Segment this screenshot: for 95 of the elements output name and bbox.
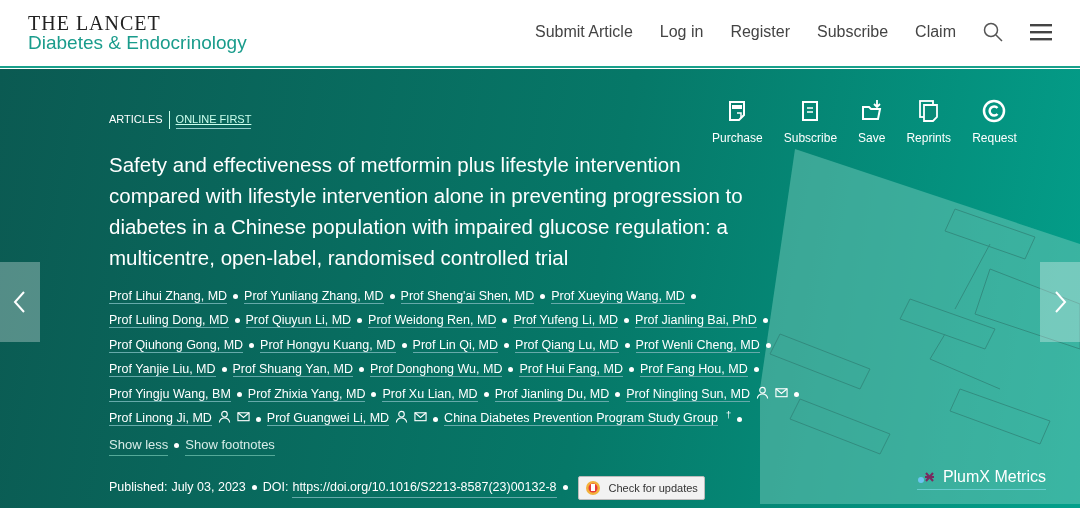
bullet-dot — [251, 485, 257, 491]
action-link[interactable]: Request — [972, 99, 1017, 147]
plumx-icon — [916, 470, 935, 484]
bullet-dot — [249, 342, 255, 348]
doi-label: DOI: — [262, 479, 289, 497]
pages-icon — [916, 99, 941, 123]
toggle-link[interactable]: Show less — [109, 435, 169, 456]
author-link[interactable]: Prof Jianling Bai, PhD — [635, 313, 757, 329]
nav-link[interactable]: Submit Article — [534, 19, 633, 44]
author-link[interactable]: Prof Ningling Sun, MD — [626, 386, 750, 402]
author-link[interactable]: Prof Zhixia Yang, MD — [247, 386, 366, 402]
search-icon[interactable] — [983, 21, 1003, 42]
bullet-dot — [629, 367, 634, 373]
bullet-dot — [690, 293, 696, 299]
author-link[interactable]: Prof Shuang Yan, MD — [232, 362, 353, 378]
bullet-dot — [793, 392, 799, 398]
bullet-dot — [236, 392, 242, 398]
bullet-dot — [401, 342, 407, 348]
bullet-dot — [508, 367, 514, 373]
bullet-dot — [389, 293, 395, 299]
bullet-dot — [762, 318, 768, 324]
author-link[interactable]: Prof Qiuyun Li, MD — [245, 313, 352, 329]
author-link[interactable]: Prof Xu Lian, MD — [382, 386, 478, 402]
mail-icon[interactable] — [414, 410, 428, 424]
person-icon[interactable] — [755, 385, 769, 399]
menu-icon[interactable] — [1030, 22, 1052, 41]
section-link[interactable]: ONLINE FIRST — [175, 111, 252, 129]
author-link[interactable]: Prof Yunliang Zhang, MD — [244, 288, 384, 304]
bullet-dot — [359, 367, 364, 373]
nav-link[interactable]: Subscribe — [816, 19, 889, 44]
author-link[interactable]: Prof Guangwei Li, MD — [266, 411, 390, 427]
bullet-dot — [174, 442, 180, 448]
action-link[interactable]: Reprints — [906, 99, 952, 147]
bullet-dot — [504, 342, 510, 348]
author-link[interactable]: Prof Qiuhong Gong, MD — [109, 337, 244, 353]
action-link[interactable]: Subscribe — [783, 99, 838, 147]
toggle-link[interactable]: Show footnotes — [185, 435, 275, 456]
author-link[interactable]: Prof Linong Ji, MD — [109, 411, 212, 427]
author-link[interactable]: Prof Donghong Wu, MD — [370, 362, 503, 378]
author-link[interactable]: Prof Qiang Lu, MD — [515, 337, 619, 353]
author-link[interactable]: Prof Lihui Zhang, MD — [109, 288, 228, 304]
bullet-dot — [737, 416, 743, 422]
article-title: Safety and effectiveness of metformin plus lifestyle intervention compared with lifestyle intervention alone in preventing progression to diabetes in a Chinese population with impaired glucose regulation: a multicentre, open-label, randomised controlled trial — [109, 151, 744, 271]
copyright-icon — [982, 99, 1007, 123]
bullet-dot — [562, 485, 568, 491]
folder-icon — [859, 99, 884, 123]
author-link[interactable]: Prof Wenli Cheng, MD — [635, 337, 760, 353]
bullet-dot — [234, 318, 240, 324]
bullet-dot — [483, 392, 489, 398]
action-link[interactable]: Purchase — [712, 99, 763, 147]
update-icon — [584, 479, 601, 496]
bullet-dot — [371, 392, 377, 398]
author-link[interactable]: Prof Sheng'ai Shen, MD — [400, 288, 535, 304]
published-date: July 03, 2023 — [171, 479, 246, 497]
author-link[interactable]: Prof Xueying Wang, MD — [551, 288, 685, 304]
author-link[interactable]: Prof Jianling Du, MD — [494, 386, 610, 402]
nav-link[interactable]: Claim — [915, 19, 956, 44]
person-icon[interactable] — [217, 410, 231, 424]
bullet-dot — [753, 367, 759, 373]
mail-icon[interactable] — [236, 410, 250, 424]
author-link[interactable]: Prof Yanjie Liu, MD — [109, 362, 216, 378]
mail-icon[interactable] — [774, 385, 788, 399]
author-link[interactable]: Prof Fang Hou, MD — [640, 362, 748, 378]
author-link[interactable]: Prof Hui Fang, MD — [519, 362, 623, 378]
nav-link[interactable]: Log in — [659, 19, 704, 44]
bullet-dot — [433, 416, 439, 422]
chevron-right-icon — [1052, 290, 1068, 315]
bullet-dot — [540, 293, 546, 299]
bullet-dot — [765, 342, 771, 348]
logo-title[interactable]: THE LANCET — [28, 13, 247, 34]
bullet-dot — [255, 416, 261, 422]
author-link[interactable]: China Diabetes Prevention Program Study Group — [444, 411, 718, 427]
logo-subtitle[interactable]: Diabetes & Endocrinology — [28, 33, 247, 54]
bullet-dot — [502, 318, 508, 324]
article-type: ARTICLES — [109, 112, 163, 127]
bullet-dot — [221, 367, 227, 373]
doi-link[interactable]: https://doi.org/10.1016/S2213-8587(23)00132-8 — [292, 477, 557, 498]
chevron-left-icon — [12, 290, 28, 315]
check-updates-button[interactable]: Check for updates — [577, 475, 705, 501]
author-link[interactable]: Prof Luling Dong, MD — [109, 313, 229, 329]
author-link[interactable]: Prof Weidong Ren, MD — [368, 313, 497, 329]
bullet-dot — [357, 318, 363, 324]
footnote-mark[interactable]: † — [725, 409, 732, 420]
bullet-dot — [624, 318, 630, 324]
author-link[interactable]: Prof Yufeng Li, MD — [513, 313, 619, 329]
bullet-dot — [233, 293, 239, 299]
nav-link[interactable]: Register — [730, 19, 790, 44]
author-link[interactable]: Prof Yingju Wang, BM — [109, 386, 231, 402]
author-link[interactable]: Prof Hongyu Kuang, MD — [260, 337, 396, 353]
author-link[interactable]: Prof Lin Qi, MD — [412, 337, 499, 353]
action-link[interactable]: Save — [858, 99, 886, 147]
person-icon[interactable] — [395, 410, 409, 424]
bullet-dot — [624, 342, 630, 348]
bullet-dot — [615, 392, 621, 398]
published-label: Published: — [109, 479, 168, 497]
